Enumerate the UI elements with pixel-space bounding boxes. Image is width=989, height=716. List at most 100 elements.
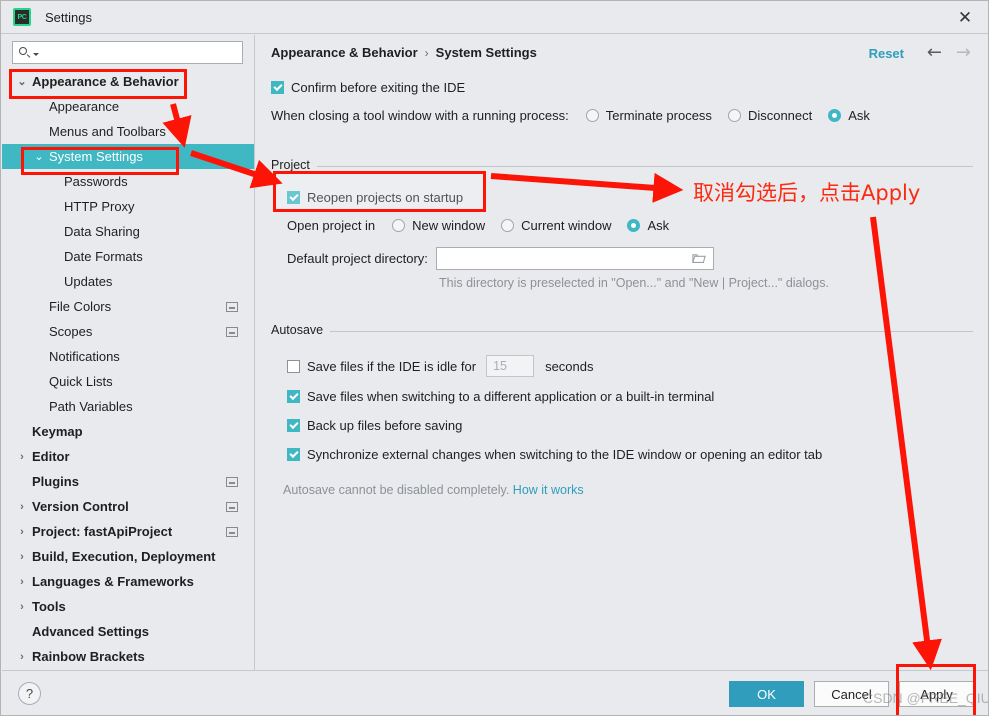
radio-new-window[interactable] (392, 219, 406, 232)
sidebar-item-build-execution-deployment[interactable]: › Build, Execution, Deployment (2, 544, 254, 569)
dialog-footer: ? OK Cancel Apply (2, 670, 988, 715)
project-group-title: Project (271, 158, 317, 172)
search-icon (18, 46, 32, 60)
ok-button[interactable]: OK (729, 681, 804, 707)
sidebar-item-tools[interactable]: › Tools (2, 594, 254, 619)
breadcrumb-root[interactable]: Appearance & Behavior (271, 45, 418, 60)
radio-ask-toolwindow-label: Ask (848, 108, 870, 123)
sidebar-item-path-variables[interactable]: Path Variables (2, 394, 254, 419)
settings-tree: ⌄ Appearance & Behavior Appearance Menus an… (2, 69, 254, 670)
confirm-exit-row[interactable]: Confirm before exiting the IDE (271, 80, 465, 95)
sidebar-item-label: Plugins (32, 474, 79, 489)
autosave-backup-row[interactable]: Back up files before saving (287, 418, 462, 433)
sidebar-item-project-fastapiproject[interactable]: › Project: fastApiProject (2, 519, 254, 544)
close-icon[interactable]: ✕ (954, 7, 976, 29)
sidebar-item-label: Languages & Frameworks (32, 574, 194, 589)
forward-arrow-icon[interactable]: → (956, 44, 971, 62)
sidebar-item-badge-icon (226, 526, 238, 537)
autosave-sync-checkbox[interactable] (287, 448, 300, 461)
sidebar-item-plugins[interactable]: Plugins (2, 469, 254, 494)
breadcrumb: Appearance & Behavior › System Settings (271, 45, 537, 60)
sidebar-item-date-formats[interactable]: Date Formats (2, 244, 254, 269)
sidebar-item-label: Scopes (49, 324, 93, 339)
sidebar-item-rainbow-brackets[interactable]: › Rainbow Brackets (2, 644, 254, 669)
default-project-directory-input[interactable] (435, 247, 714, 270)
autosave-footer-text: Autosave cannot be disabled completely. (283, 483, 510, 497)
back-arrow-icon[interactable]: ← (927, 44, 942, 62)
autosave-backup-checkbox[interactable] (287, 419, 300, 432)
sidebar-item-label: Tools (32, 599, 66, 614)
autosave-footer: Autosave cannot be disabled completely. … (283, 483, 584, 497)
radio-terminate-process-label: Terminate process (605, 108, 712, 123)
chevron-right-icon[interactable]: › (16, 576, 28, 588)
how-it-works-link[interactable]: How it works (513, 483, 584, 497)
autosave-idle-label-after: seconds (545, 358, 594, 374)
sidebar-item-label: Rainbow Brackets (32, 649, 145, 664)
search-input[interactable] (12, 41, 243, 64)
chevron-right-icon[interactable]: › (16, 501, 28, 513)
settings-dialog: PC Settings ✕ ⌄ Appearance & Behavior Appe… (0, 0, 989, 716)
pycharm-logo-icon: PC (13, 8, 31, 26)
sidebar-item-menus-and-toolbars[interactable]: Menus and Toolbars (2, 119, 254, 144)
autosave-switch-app-row[interactable]: Save files when switching to a different… (287, 389, 714, 404)
sidebar-item-label: Project: fastApiProject (32, 524, 173, 539)
sidebar-item-label: Appearance (49, 99, 120, 114)
chevron-down-icon[interactable]: ⌄ (33, 151, 45, 163)
reopen-projects-checkbox[interactable] (287, 191, 300, 204)
folder-icon[interactable] (692, 253, 706, 264)
chevron-right-icon[interactable]: › (16, 551, 28, 563)
open-project-in-label: Open project in (287, 218, 376, 233)
autosave-idle-checkbox[interactable] (287, 359, 300, 373)
reset-link[interactable]: Reset (869, 46, 904, 61)
sidebar-item-quick-lists[interactable]: Quick Lists (2, 369, 254, 394)
sidebar-item-label: Version Control (32, 499, 129, 514)
sidebar-item-appearance[interactable]: Appearance (2, 94, 254, 119)
sidebar-item-appearance-behavior[interactable]: ⌄ Appearance & Behavior (2, 69, 254, 94)
sidebar-item-badge-icon (226, 326, 238, 337)
autosave-sync-row[interactable]: Synchronize external changes when switch… (287, 447, 822, 462)
sidebar-item-label: Passwords (64, 174, 128, 189)
sidebar-item-notifications[interactable]: Notifications (2, 344, 254, 369)
sidebar-item-file-colors[interactable]: File Colors (2, 294, 254, 319)
sidebar-item-data-sharing[interactable]: Data Sharing (2, 219, 254, 244)
sidebar-item-advanced-settings[interactable]: Advanced Settings (2, 619, 254, 644)
window-title: Settings (45, 9, 92, 25)
sidebar-item-label: Keymap (32, 424, 83, 439)
chevron-right-icon[interactable]: › (16, 651, 28, 663)
sidebar-item-passwords[interactable]: Passwords (2, 169, 254, 194)
confirm-exit-checkbox[interactable] (271, 81, 284, 94)
sidebar-item-scopes[interactable]: Scopes (2, 319, 254, 344)
breadcrumb-separator: › (424, 45, 429, 60)
sidebar-item-languages-frameworks[interactable]: › Languages & Frameworks (2, 569, 254, 594)
sidebar-item-http-proxy[interactable]: HTTP Proxy (2, 194, 254, 219)
help-button[interactable]: ? (18, 682, 41, 705)
chevron-right-icon[interactable]: › (16, 601, 28, 613)
radio-terminate-process[interactable] (585, 109, 599, 122)
radio-disconnect[interactable] (727, 109, 741, 122)
radio-ask-project[interactable] (627, 219, 641, 232)
sidebar-item-version-control[interactable]: › Version Control (2, 494, 254, 519)
sidebar-item-label: Updates (64, 274, 113, 289)
reopen-projects-row[interactable]: Reopen projects on startup (287, 190, 463, 205)
sidebar-item-badge-icon (226, 301, 238, 312)
autosave-idle-seconds-input[interactable]: 15 (486, 355, 535, 377)
sidebar-item-keymap[interactable]: Keymap (2, 419, 254, 444)
open-project-in-row: Open project in New window Current windo… (287, 218, 669, 233)
sidebar-item-system-settings[interactable]: ⌄ System Settings (2, 144, 254, 169)
sidebar-item-label: File Colors (49, 299, 112, 314)
radio-current-window-label: Current window (521, 218, 612, 233)
sidebar-item-editor[interactable]: › Editor (2, 444, 254, 469)
autosave-backup-label: Back up files before saving (307, 418, 463, 433)
chevron-right-icon[interactable]: › (16, 526, 28, 538)
sidebar-item-updates[interactable]: Updates (2, 269, 254, 294)
sidebar-item-label: Date Formats (64, 249, 143, 264)
chevron-down-icon[interactable]: ⌄ (16, 76, 28, 88)
autosave-idle-row: Save files if the IDE is idle for 15 sec… (287, 355, 594, 377)
autosave-switch-app-checkbox[interactable] (287, 390, 300, 403)
radio-ask-toolwindow[interactable] (828, 109, 842, 122)
autosave-group-title: Autosave (271, 323, 331, 337)
sidebar-item-label: System Settings (49, 149, 143, 164)
sidebar-item-label: HTTP Proxy (64, 199, 135, 214)
radio-current-window[interactable] (501, 219, 515, 232)
chevron-right-icon[interactable]: › (16, 451, 28, 463)
